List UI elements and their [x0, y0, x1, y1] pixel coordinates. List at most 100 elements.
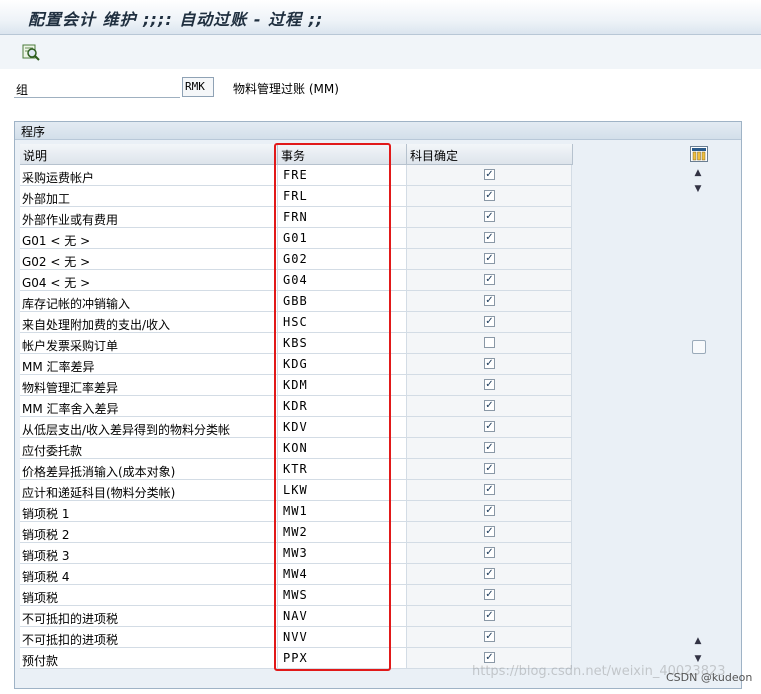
account-determination-checkbox[interactable]: ✓: [484, 463, 495, 474]
table-row[interactable]: G01 < 无 > G01 ✓: [20, 228, 572, 249]
account-determination-cell: ✓: [407, 627, 572, 648]
description-cell: 预付款: [20, 648, 278, 669]
description-cell: 应计和递延科目(物料分类帐): [20, 480, 278, 501]
account-determination-cell: ✓: [407, 543, 572, 564]
account-determination-cell: ✓: [407, 270, 572, 291]
panel-title-bar: 程序: [15, 122, 741, 140]
account-determination-checkbox[interactable]: ✓: [484, 652, 495, 663]
vertical-scrollbar[interactable]: ▲ ▼ ▲ ▼: [690, 162, 706, 674]
transaction-cell: NAV: [278, 606, 407, 627]
panel-title: 程序: [21, 125, 46, 139]
account-determination-checkbox[interactable]: ✓: [484, 316, 495, 327]
table-row[interactable]: 应付委托款 KON ✓: [20, 438, 572, 459]
table-row[interactable]: 销项税 MWS ✓: [20, 585, 572, 606]
table-row[interactable]: 采购运费帐户 FRE ✓: [20, 165, 572, 186]
table-row[interactable]: 库存记帐的冲销输入 GBB ✓: [20, 291, 572, 312]
transaction-cell: G04: [278, 270, 407, 291]
account-determination-checkbox[interactable]: ✓: [484, 295, 495, 306]
account-determination-checkbox[interactable]: ✓: [484, 547, 495, 558]
find-icon[interactable]: [22, 43, 40, 61]
column-settings-icon[interactable]: [690, 146, 708, 162]
table-row[interactable]: 不可抵扣的进项税 NVV ✓: [20, 627, 572, 648]
account-determination-checkbox[interactable]: ✓: [484, 421, 495, 432]
description-text: MM 汇率舍入差异: [22, 402, 119, 416]
table-row[interactable]: G04 < 无 > G04 ✓: [20, 270, 572, 291]
transaction-code: PPX: [283, 651, 308, 665]
account-determination-checkbox[interactable]: ✓: [484, 484, 495, 495]
table-row[interactable]: MM 汇率舍入差异 KDR ✓: [20, 396, 572, 417]
description-cell: G02 < 无 >: [20, 249, 278, 270]
account-determination-cell: ✓: [407, 438, 572, 459]
account-determination-checkbox[interactable]: ✓: [484, 526, 495, 537]
description-text: 应计和递延科目(物料分类帐): [22, 486, 176, 500]
table-row[interactable]: 来自处理附加费的支出/收入 HSC ✓: [20, 312, 572, 333]
group-row: 组 RMK 物料管理过账 (MM): [0, 69, 761, 114]
transaction-code: KTR: [283, 462, 308, 476]
table-row[interactable]: 从低层支出/收入差异得到的物料分类帐 KDV ✓: [20, 417, 572, 438]
account-determination-checkbox[interactable]: ✓: [484, 400, 495, 411]
column-header-description[interactable]: 说明: [20, 144, 278, 165]
account-determination-checkbox[interactable]: ✓: [484, 274, 495, 285]
account-determination-checkbox[interactable]: ✓: [484, 379, 495, 390]
account-determination-cell: ✓: [407, 501, 572, 522]
table-row[interactable]: 物料管理汇率差异 KDM ✓: [20, 375, 572, 396]
arrow-down-icon[interactable]: ▼: [690, 182, 706, 196]
transaction-code: KBS: [283, 336, 308, 350]
transaction-cell: KBS: [278, 333, 407, 354]
account-determination-checkbox[interactable]: ✓: [484, 568, 495, 579]
table-row[interactable]: 帐户发票采购订单 KBS: [20, 333, 572, 354]
description-cell: 销项税 4: [20, 564, 278, 585]
description-text: 外部作业或有费用: [22, 213, 119, 227]
table-row[interactable]: MM 汇率差异 KDG ✓: [20, 354, 572, 375]
account-determination-checkbox[interactable]: ✓: [484, 358, 495, 369]
description-text: G02 < 无 >: [22, 255, 91, 269]
table-row[interactable]: 销项税 4 MW4 ✓: [20, 564, 572, 585]
description-text: 帐户发票采购订单: [22, 339, 119, 353]
account-determination-cell: ✓: [407, 606, 572, 627]
table-row[interactable]: 销项税 1 MW1 ✓: [20, 501, 572, 522]
account-determination-checkbox[interactable]: ✓: [484, 442, 495, 453]
column-header-transaction[interactable]: 事务: [278, 144, 407, 165]
account-determination-cell: ✓: [407, 564, 572, 585]
description-text: 来自处理附加费的支出/收入: [22, 318, 171, 332]
account-determination-cell: ✓: [407, 459, 572, 480]
transaction-code: KDR: [283, 399, 308, 413]
account-determination-cell: ✓: [407, 165, 572, 186]
description-text: 采购运费帐户: [22, 171, 95, 185]
account-determination-checkbox[interactable]: ✓: [484, 505, 495, 516]
transaction-code: MW4: [283, 567, 308, 581]
transaction-code: KON: [283, 441, 308, 455]
account-determination-checkbox[interactable]: ✓: [484, 610, 495, 621]
account-determination-checkbox[interactable]: ✓: [484, 232, 495, 243]
group-label-underline: [14, 97, 180, 98]
account-determination-checkbox[interactable]: [484, 337, 495, 348]
table-row[interactable]: 应计和递延科目(物料分类帐) LKW ✓: [20, 480, 572, 501]
table-row[interactable]: 不可抵扣的进项税 NAV ✓: [20, 606, 572, 627]
window-title: 配置会计 维护 ;;;: 自动过账 - 过程 ;;: [28, 10, 324, 29]
arrow-up-icon[interactable]: ▲: [690, 166, 706, 180]
table-row[interactable]: 外部加工 FRL ✓: [20, 186, 572, 207]
transaction-cell: GBB: [278, 291, 407, 312]
table-row[interactable]: 外部作业或有费用 FRN ✓: [20, 207, 572, 228]
transaction-cell: G01: [278, 228, 407, 249]
table-row[interactable]: 销项税 3 MW3 ✓: [20, 543, 572, 564]
account-determination-checkbox[interactable]: ✓: [484, 253, 495, 264]
account-determination-cell: ✓: [407, 186, 572, 207]
table-row[interactable]: 销项税 2 MW2 ✓: [20, 522, 572, 543]
account-determination-checkbox[interactable]: ✓: [484, 169, 495, 180]
table-row[interactable]: G02 < 无 > G02 ✓: [20, 249, 572, 270]
account-determination-checkbox[interactable]: ✓: [484, 211, 495, 222]
arrow-up-icon[interactable]: ▲: [690, 634, 706, 648]
account-determination-checkbox[interactable]: ✓: [484, 631, 495, 642]
account-determination-checkbox[interactable]: ✓: [484, 589, 495, 600]
account-determination-checkbox[interactable]: ✓: [484, 190, 495, 201]
column-header-account-determination[interactable]: 科目确定: [407, 144, 573, 165]
table-row[interactable]: 价格差异抵消输入(成本对象) KTR ✓: [20, 459, 572, 480]
scroll-thumb[interactable]: [692, 340, 706, 354]
description-text: 从低层支出/收入差异得到的物料分类帐: [22, 423, 231, 437]
group-field[interactable]: RMK: [182, 77, 214, 97]
description-cell: 外部加工: [20, 186, 278, 207]
transaction-code: MW1: [283, 504, 308, 518]
description-cell: 从低层支出/收入差异得到的物料分类帐: [20, 417, 278, 438]
account-determination-cell: ✓: [407, 291, 572, 312]
